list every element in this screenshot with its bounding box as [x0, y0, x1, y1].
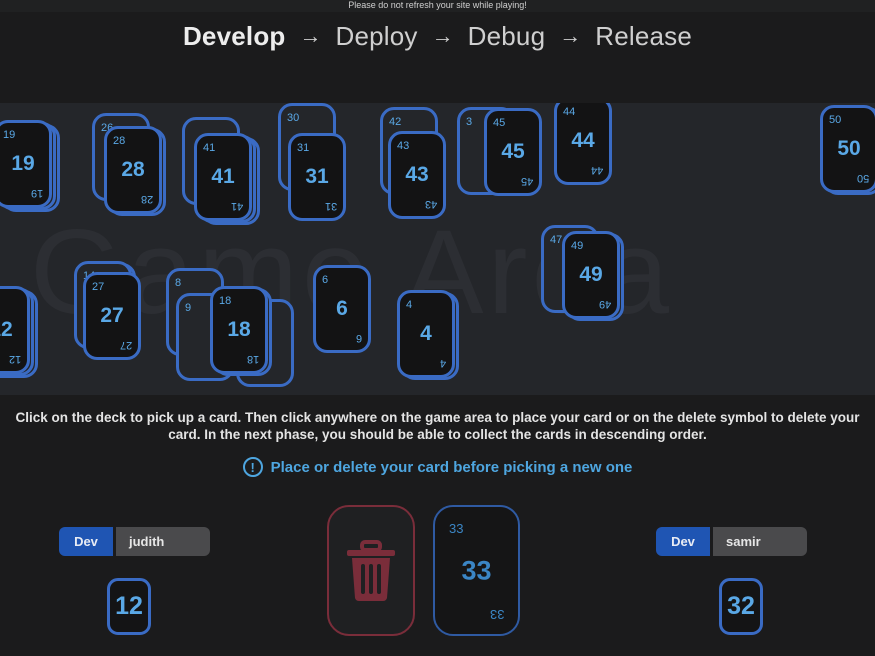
card-corner-bottom: 44 [590, 164, 603, 176]
trash-icon [347, 539, 395, 601]
game-area[interactable]: Game Area 191919262828284141413031313142… [0, 103, 875, 395]
role-badge: Dev [656, 527, 710, 556]
refresh-notice: Please do not refresh your site while pl… [0, 0, 875, 12]
phase-progress: Develop → Deploy → Debug → Release [0, 18, 875, 54]
arrow-right-icon: → [559, 23, 582, 48]
phase-deploy: Deploy [335, 20, 418, 51]
player-score-samir: 32 [719, 578, 763, 635]
player-name: judith [116, 527, 210, 556]
card-corner-top: 49 [571, 240, 584, 252]
card-corner-bottom: 6 [355, 332, 362, 344]
card-corner-bottom: 43 [424, 198, 437, 210]
card-corner-top: 3 [466, 116, 473, 128]
placed-card[interactable]: 444 [397, 290, 455, 378]
placed-card[interactable]: 44 44 44 [554, 103, 612, 185]
phase-release: Release [595, 20, 693, 51]
placed-card[interactable]: 121212 [0, 286, 30, 374]
placed-card[interactable]: 31 31 31 [288, 133, 346, 221]
arrow-right-icon: → [299, 23, 322, 48]
warning-text: Place or delete your card before picking… [270, 458, 633, 476]
card-corner-bottom: 19 [30, 187, 43, 199]
card-value: 27 [100, 304, 124, 327]
card-value: 12 [0, 318, 13, 341]
arrow-right-icon: → [431, 23, 454, 48]
card-corner-bottom: 18 [246, 353, 259, 365]
placed-card[interactable]: 666 [313, 265, 371, 353]
card-corner-top: 50 [829, 114, 842, 126]
card-corner-top: 45 [493, 117, 506, 129]
placed-card[interactable]: 19 19 19 [0, 120, 52, 208]
placed-card[interactable]: 28 28 28 [104, 126, 162, 214]
card-deck[interactable]: 33 33 33 [433, 505, 520, 636]
card-corner-top: 27 [92, 281, 105, 293]
card-corner-top: 19 [3, 129, 16, 141]
card-corner-bottom: 45 [520, 175, 533, 187]
player-samir: Dev samir [656, 527, 807, 556]
warning-message: ! Place or delete your card before picki… [0, 457, 875, 477]
card-value: 4 [420, 322, 432, 345]
delete-card-button[interactable] [327, 505, 415, 636]
player-name: samir [713, 527, 807, 556]
exclamation-circle-icon: ! [242, 457, 263, 477]
card-corner-bottom: 41 [230, 200, 243, 212]
card-corner-top: 43 [397, 140, 410, 152]
placed-card[interactable]: 41 41 41 [194, 133, 252, 221]
deck-card-corner-top: 33 [449, 521, 464, 536]
card-value: 49 [579, 263, 603, 286]
card-value: 45 [501, 140, 525, 163]
card-corner-top: 44 [563, 106, 576, 118]
instructions-text: Click on the deck to pick up a card. The… [15, 410, 860, 442]
card-corner-top: 18 [219, 295, 232, 307]
card-corner-top: 47 [550, 234, 563, 246]
card-corner-top: 31 [297, 142, 310, 154]
player-judith: Dev judith [59, 527, 210, 556]
phase-debug: Debug [467, 20, 546, 51]
deck-card-corner-bottom: 33 [489, 607, 504, 622]
placed-card[interactable]: 43 43 43 [388, 131, 446, 219]
card-corner-top: 42 [389, 116, 402, 128]
card-corner-top: 28 [113, 135, 126, 147]
card-value: 41 [211, 165, 235, 188]
card-corner-bottom: 50 [856, 172, 869, 184]
card-value: 19 [11, 152, 35, 175]
card-corner-top: 30 [287, 112, 300, 124]
placed-card[interactable]: 45 45 45 [484, 108, 542, 196]
card-value: 18 [227, 318, 251, 341]
card-corner-top: 6 [322, 274, 329, 286]
card-corner-top: 8 [175, 277, 182, 289]
deck-card-value: 33 [461, 555, 492, 585]
card-value: 28 [121, 158, 145, 181]
placed-card[interactable]: 49 49 49 [562, 231, 620, 319]
card-value: 6 [336, 297, 348, 320]
phase-develop: Develop [182, 20, 286, 51]
card-corner-bottom: 4 [439, 357, 446, 369]
card-corner-top: 41 [203, 142, 216, 154]
placed-card[interactable]: 27 27 27 [83, 272, 141, 360]
card-corner-bottom: 28 [140, 193, 153, 205]
card-value: 44 [571, 129, 595, 152]
card-corner-bottom: 31 [324, 200, 337, 212]
card-corner-top: 9 [185, 302, 192, 314]
card-value: 50 [837, 137, 861, 160]
card-value: 31 [305, 165, 329, 188]
card-corner-bottom: 27 [119, 339, 132, 351]
role-badge: Dev [59, 527, 113, 556]
placed-card[interactable]: 50 50 50 [820, 105, 875, 193]
card-corner-top: 4 [406, 299, 413, 311]
card-corner-bottom: 49 [598, 298, 611, 310]
placed-card[interactable]: 18 18 18 [210, 286, 268, 374]
card-value: 43 [405, 163, 429, 186]
card-corner-bottom: 12 [8, 353, 21, 365]
player-score-judith: 12 [107, 578, 151, 635]
